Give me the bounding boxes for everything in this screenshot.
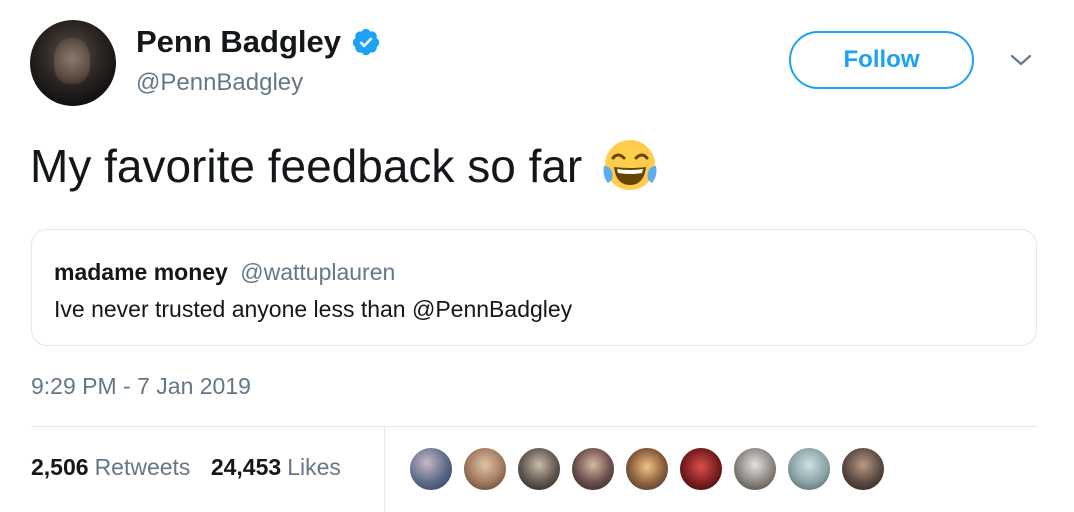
- likes-stat[interactable]: 24,453 Likes: [211, 453, 341, 481]
- quoted-author-handle: @wattuplauren: [240, 259, 396, 285]
- quoted-author-name: madame money: [54, 259, 228, 285]
- tweet-stats: 2,506 Retweets 24,453 Likes: [31, 453, 355, 481]
- quoted-tweet[interactable]: madame money @wattuplauren Ive never tru…: [31, 229, 1037, 346]
- author-handle[interactable]: @PennBadgley: [136, 68, 303, 98]
- tweet-text: My favorite feedback so far: [30, 140, 583, 192]
- liker-avatars: [408, 446, 886, 492]
- follow-button[interactable]: Follow: [789, 31, 974, 89]
- tweet-text-row: My favorite feedback so far: [30, 136, 660, 196]
- liker-avatar[interactable]: [840, 446, 886, 492]
- liker-avatar[interactable]: [462, 446, 508, 492]
- likes-label: Likes: [287, 454, 341, 480]
- retweets-stat[interactable]: 2,506 Retweets: [31, 453, 190, 481]
- quoted-tweet-text: Ive never trusted anyone less than @Penn…: [54, 296, 573, 322]
- author-avatar[interactable]: [30, 20, 116, 106]
- quoted-tweet-header: madame money @wattuplauren: [54, 258, 395, 286]
- liker-avatar[interactable]: [570, 446, 616, 492]
- author-name[interactable]: Penn Badgley: [136, 24, 341, 60]
- retweets-count: 2,506: [31, 454, 89, 480]
- avatar-face: [54, 38, 90, 84]
- liker-avatar[interactable]: [732, 446, 778, 492]
- stats-divider: [31, 426, 1037, 427]
- chevron-down-icon[interactable]: [1008, 50, 1034, 70]
- verified-badge-icon: [352, 28, 380, 56]
- retweets-label: Retweets: [94, 454, 191, 480]
- tweet-timestamp[interactable]: 9:29 PM - 7 Jan 2019: [31, 372, 251, 400]
- liker-avatar[interactable]: [624, 446, 670, 492]
- liker-avatar[interactable]: [678, 446, 724, 492]
- liker-avatar[interactable]: [516, 446, 562, 492]
- liker-avatar[interactable]: [408, 446, 454, 492]
- likes-count: 24,453: [210, 454, 282, 480]
- liker-avatar[interactable]: [786, 446, 832, 492]
- author-name-row: Penn Badgley: [136, 24, 381, 60]
- face-with-tears-of-joy-icon: [603, 140, 657, 190]
- stats-vertical-divider: [384, 426, 385, 512]
